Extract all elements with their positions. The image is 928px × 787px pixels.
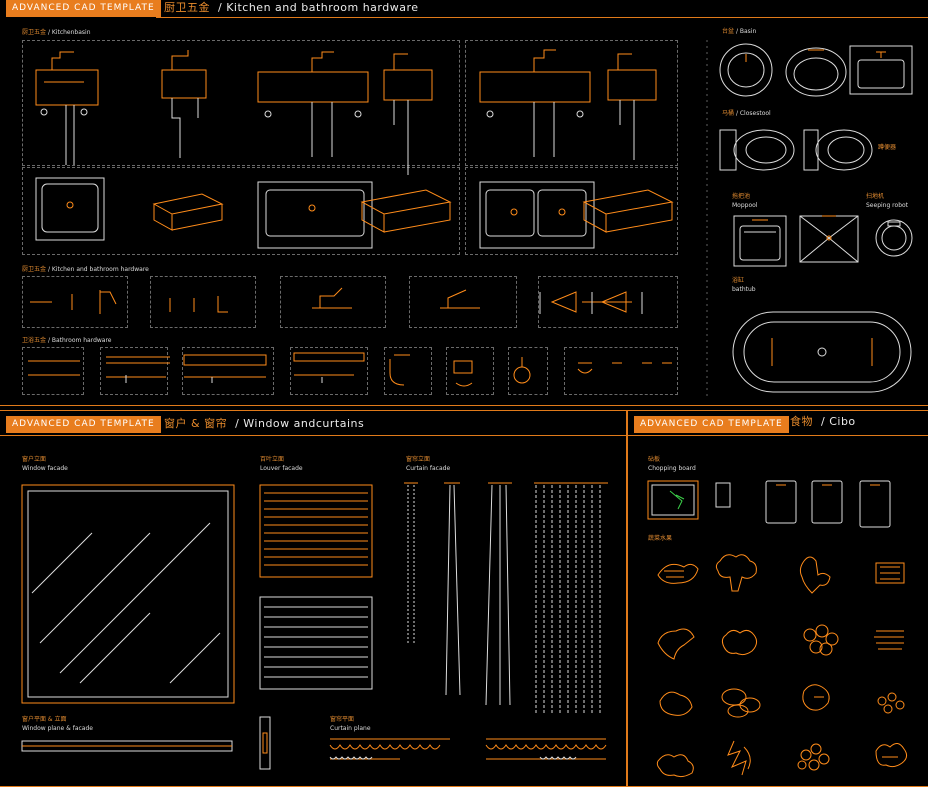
title-underline: [0, 435, 627, 436]
chopping-board-icon[interactable]: [646, 479, 916, 531]
curtain-plane-icon[interactable]: [326, 731, 616, 771]
template-badge: ADVANCED CAD TEMPLATE: [634, 416, 789, 433]
window-panel: ADVANCED CAD TEMPLATE 窗户 & 窗帘 / Window a…: [0, 410, 627, 787]
title-underline: [156, 17, 928, 18]
section-label-window-facade: 窗户立面 Window facade: [22, 456, 68, 472]
panel-title-en: / Window andcurtains: [235, 417, 365, 430]
panel-title: 食物 / Cibo: [790, 412, 856, 431]
window-icon[interactable]: [20, 483, 236, 705]
section-label-curtain-facade: 窗帘立面 Curtain facade: [406, 456, 451, 472]
section-label-kitchen-hardware: 厨卫五金 / Kitchen and bathroom hardware: [22, 266, 149, 273]
template-badge: ADVANCED CAD TEMPLATE: [6, 416, 161, 433]
panel-title-cn: 食物: [790, 415, 813, 428]
hardware-panel: ADVANCED CAD TEMPLATE 厨卫五金 / Kitchen and…: [0, 0, 928, 406]
panel-title-cn: 窗户 & 窗帘: [164, 417, 228, 430]
panel-title: 窗户 & 窗帘 / Window andcurtains: [164, 414, 364, 433]
section-label-bathtub: 浴缸 bathtub: [732, 277, 756, 293]
curtain-icon[interactable]: [404, 481, 614, 721]
panel-title-cn: 厨卫五金: [164, 1, 210, 14]
section-label-bathroom-hardware: 卫浴五金 / Bathroom hardware: [22, 337, 112, 344]
panel-title-en: / Kitchen and bathroom hardware: [218, 1, 419, 14]
section-label-chopping-board: 砧板 Chopping board: [648, 456, 696, 472]
towel-rail-icon: [28, 352, 672, 387]
mop-pool-icon[interactable]: [730, 212, 920, 270]
panel-title: 厨卫五金 / Kitchen and bathroom hardware: [164, 0, 419, 17]
section-label-squatting: 蹲便器: [878, 144, 897, 151]
food-panel: ADVANCED CAD TEMPLATE 食物 / Cibo 砧板 Choppi…: [627, 410, 928, 787]
section-label-louver-facade: 百叶立面 Louver facade: [260, 456, 303, 472]
template-badge: ADVANCED CAD TEMPLATE: [6, 0, 161, 17]
louver-icon[interactable]: [258, 483, 374, 693]
section-label-kitchenbasin: 厨卫五金 / Kitchenbasin: [22, 29, 91, 36]
kitchen-sink-icon: [35, 49, 674, 249]
section-label-closestool: 马桶 / Closestool: [722, 110, 771, 117]
title-underline: [628, 435, 928, 436]
section-label-robot: 扫地机 Seeping robot: [866, 193, 909, 209]
bathtub-icon[interactable]: [732, 310, 914, 394]
divider-dots: [706, 40, 708, 400]
basin-icon[interactable]: [716, 40, 916, 100]
panel-title-en: / Cibo: [821, 415, 856, 428]
section-label-vegetables: 蔬菜水果: [648, 535, 673, 542]
section-label-basin: 台盆 / Basin: [722, 28, 757, 35]
section-label-mop-pool: 拖把池 Moppool: [732, 193, 758, 209]
vegetable-icon[interactable]: [654, 551, 924, 781]
window-plane-icon[interactable]: [20, 713, 271, 773]
faucet-icon: [30, 287, 643, 314]
